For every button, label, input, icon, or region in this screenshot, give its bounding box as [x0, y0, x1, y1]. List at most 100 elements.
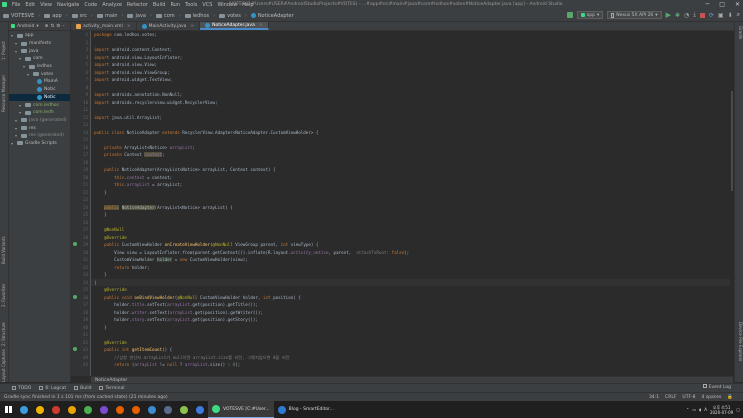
line-number[interactable]: 28	[71, 234, 90, 242]
line-number[interactable]: 4	[71, 54, 90, 62]
line-number[interactable]: 31	[71, 256, 90, 264]
menu-code[interactable]: Code	[84, 2, 97, 8]
line-number[interactable]: 41	[71, 331, 90, 339]
menu-tools[interactable]: Tools	[185, 2, 197, 8]
expand-arrow-icon[interactable]: ▾	[19, 56, 23, 61]
expand-arrow-icon[interactable]: ▾	[19, 103, 23, 108]
tool-window-tab[interactable]: Build	[74, 386, 91, 391]
maximize-icon[interactable]: □	[719, 1, 725, 8]
ime-icon[interactable]: A	[704, 407, 707, 412]
line-number[interactable]: 39	[71, 316, 90, 324]
project-view-select[interactable]: Android	[17, 24, 34, 29]
code-line[interactable]: holder.writer.setText(arrayList.get(posi…	[91, 309, 733, 317]
close-tab-icon[interactable]: ×	[127, 24, 131, 29]
breadcrumb-item[interactable]: app	[44, 13, 62, 19]
expand-arrow-icon[interactable]: ▾	[27, 72, 31, 77]
line-number[interactable]: 8	[71, 84, 90, 92]
taskbar-app-button[interactable]	[80, 401, 96, 418]
tree-item[interactable]: ▾ res	[9, 124, 70, 132]
line-number[interactable]: 34	[71, 279, 90, 287]
menu-navigate[interactable]: Navigate	[57, 2, 79, 8]
code-line[interactable]	[91, 196, 733, 204]
breadcrumb-item[interactable]: votes	[219, 13, 241, 19]
taskbar-window-button[interactable]: Blog - SmartEditor...	[274, 401, 338, 418]
code-line[interactable]: @NonNull	[91, 226, 733, 234]
line-number[interactable]: 40	[71, 324, 90, 332]
line-number[interactable]: 36	[71, 294, 90, 302]
taskbar-app-button[interactable]	[192, 401, 208, 418]
line-number[interactable]: 44	[71, 354, 90, 362]
code-line[interactable]: CustomViewHolder holder = new CustomView…	[91, 256, 733, 264]
line-number[interactable]: 15	[71, 136, 90, 144]
taskbar-app-button[interactable]	[144, 401, 160, 418]
code-line[interactable]: public NoticeAdapter(ArrayList<Notice> a…	[91, 166, 733, 174]
gear-icon[interactable]: ⚙	[56, 24, 60, 29]
line-number[interactable]: 17	[71, 151, 90, 159]
line-number[interactable]: 29	[71, 241, 90, 249]
debug-icon[interactable]: ✱	[675, 12, 680, 19]
status-message[interactable]: Gradle sync finished in 1 s 101 ms (from…	[4, 395, 168, 400]
expand-arrow-icon[interactable]: ▾	[15, 126, 19, 131]
taskbar-app-button[interactable]	[64, 401, 80, 418]
line-number[interactable]: 25	[71, 211, 90, 219]
line-separator[interactable]: CRLF	[665, 395, 676, 400]
run-config-select[interactable]: app ▾	[576, 11, 604, 19]
code-line[interactable]: @Override	[91, 234, 733, 242]
collapse-icon[interactable]: ⇅	[50, 24, 54, 29]
hide-icon[interactable]: –	[62, 24, 64, 29]
code-line[interactable]	[91, 39, 733, 47]
code-line[interactable]: }	[91, 211, 733, 219]
taskbar-app-button[interactable]	[16, 401, 32, 418]
close-tab-icon[interactable]: ×	[190, 24, 194, 29]
override-marker-icon[interactable]	[73, 242, 77, 246]
line-number[interactable]: 7	[71, 76, 90, 84]
tree-item[interactable]: ▾ ledhos	[9, 63, 70, 71]
breadcrumb-item[interactable]: ledhos	[184, 13, 209, 19]
tree-item[interactable]: ▾ votes	[9, 70, 70, 78]
tab-layout-captures[interactable]: Layout Captures	[1, 340, 8, 382]
tree-item[interactable]: ▾ com.ledh	[9, 109, 70, 117]
code-line[interactable]: public void onBindViewHolder(@NonNull Cu…	[91, 294, 733, 302]
line-number[interactable]: 23	[71, 196, 90, 204]
tab-device-file-explorer[interactable]: Device File Explorer	[736, 322, 743, 380]
line-number[interactable]: 20	[71, 174, 90, 182]
tree-item[interactable]: ▾ res (generated)	[9, 132, 70, 140]
code-line[interactable]: View view = LayoutInflater.from(parent.g…	[91, 249, 733, 257]
line-number[interactable]: 27	[71, 226, 90, 234]
breadcrumb-item[interactable]: src	[71, 13, 87, 19]
line-number[interactable]: 42	[71, 339, 90, 347]
tool-window-tab[interactable]: TODO	[12, 386, 31, 391]
code-line[interactable]: public NoticeAdapter(ArrayList<Notice> a…	[91, 204, 733, 212]
tree-item[interactable]: ▾ com.ledhos	[9, 101, 70, 109]
locate-icon[interactable]: ⊕	[45, 24, 49, 29]
breadcrumb-item[interactable]: NoticeAdapter	[250, 13, 294, 19]
line-number[interactable]: 22	[71, 189, 90, 197]
line-number[interactable]: 30	[71, 249, 90, 257]
code-line[interactable]: }	[91, 189, 733, 197]
line-number[interactable]: 37	[71, 301, 90, 309]
breadcrumb-item[interactable]: java	[127, 13, 146, 19]
tree-item[interactable]: ▾ Gradle Scripts	[9, 140, 70, 148]
line-number[interactable]: 2	[71, 39, 90, 47]
stop-icon[interactable]	[699, 12, 705, 18]
code-line[interactable]	[91, 331, 733, 339]
line-number[interactable]: 12	[71, 114, 90, 122]
line-number[interactable]: 26	[71, 219, 90, 227]
taskbar-app-button[interactable]	[32, 401, 48, 418]
editor-tab[interactable]: MainActivity.java ×	[137, 22, 201, 30]
code-line[interactable]: this.arrayList = arrayList;	[91, 181, 733, 189]
tree-item[interactable]: MainA	[9, 78, 70, 86]
code-line[interactable]: }	[91, 324, 733, 332]
code-line[interactable]: //삼항 연산자 arrayList가 null이면 arrayList.siz…	[91, 354, 733, 362]
indent-setting[interactable]: 4 spaces	[702, 395, 722, 400]
tree-item[interactable]: ▾ java (generated)	[9, 117, 70, 125]
line-number[interactable]: 24	[71, 204, 90, 212]
menu-vcs[interactable]: VCS	[202, 2, 212, 8]
search-icon[interactable]: ⌕	[737, 11, 740, 19]
menu-view[interactable]: View	[40, 2, 52, 8]
code-line[interactable]: import androidx.recyclerview.widget.Recy…	[91, 99, 733, 107]
code-line[interactable]: package com.ledhos.votes;	[91, 31, 733, 39]
event-log-tab[interactable]: Event Log	[702, 384, 731, 390]
tool-window-tab[interactable]: Terminal	[99, 386, 124, 391]
taskbar-app-button[interactable]	[160, 401, 176, 418]
